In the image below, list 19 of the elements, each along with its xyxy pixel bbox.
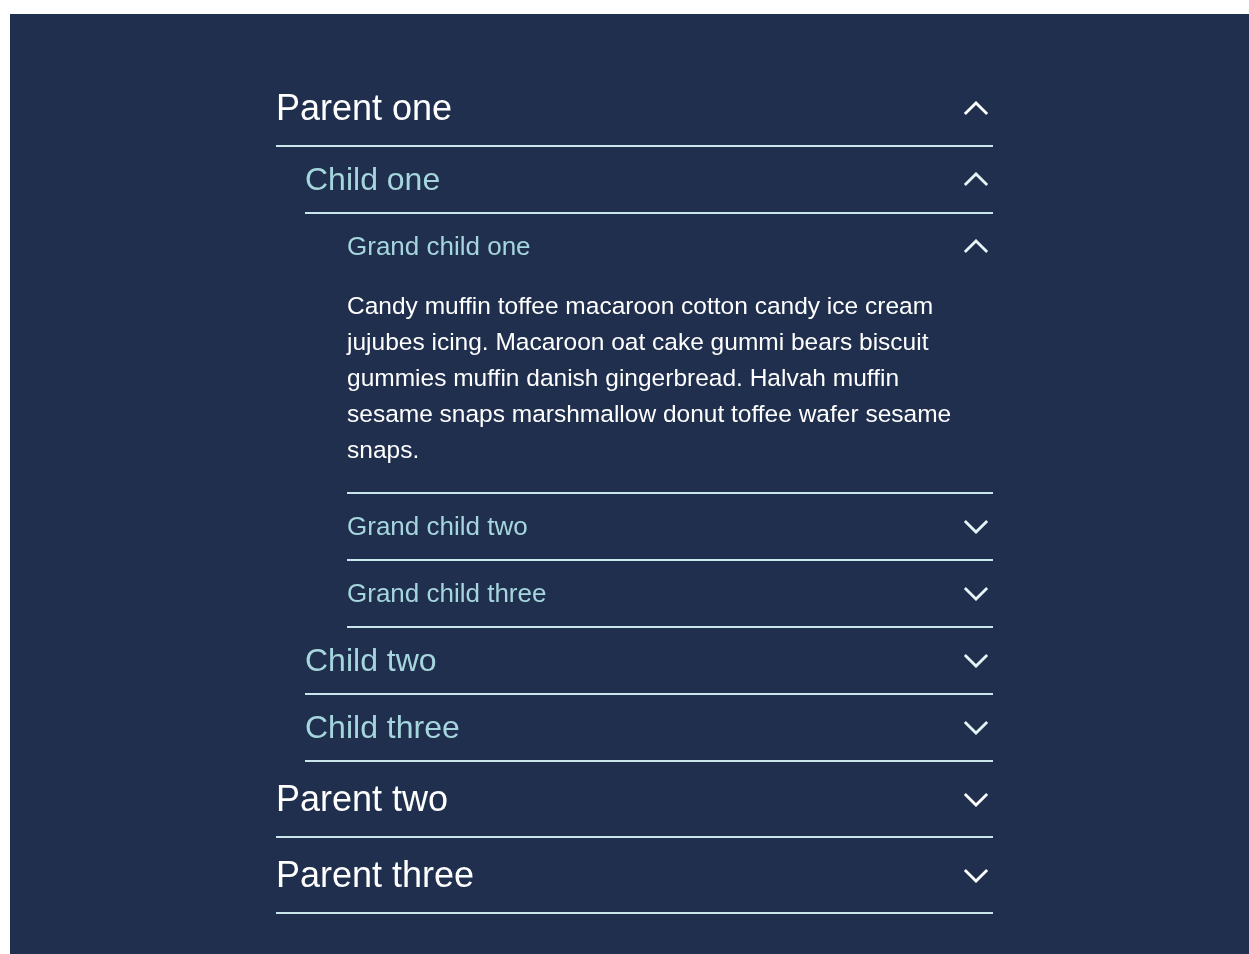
grandchild-header[interactable]: Grand child three: [347, 561, 993, 628]
chevron-down-icon: [963, 791, 989, 807]
chevron-down-icon: [963, 720, 989, 735]
chevron-down-icon: [963, 867, 989, 883]
grandchild-header[interactable]: Grand child one: [347, 214, 993, 278]
chevron-down-icon: [963, 653, 989, 668]
chevron-down-icon: [963, 586, 989, 601]
parent-header[interactable]: Parent two: [276, 762, 993, 838]
parent-header[interactable]: Parent one: [276, 71, 993, 147]
child-header[interactable]: Child two: [305, 628, 993, 695]
grandchild-header[interactable]: Grand child two: [347, 494, 993, 561]
parent-header[interactable]: Parent three: [276, 838, 993, 914]
child-header[interactable]: Child three: [305, 695, 993, 762]
chevron-down-icon: [963, 519, 989, 534]
chevron-up-icon: [963, 100, 989, 116]
chevron-up-icon: [963, 238, 989, 254]
panel-text: Candy muffin toffee macaroon cotton candy ice cream jujubes icing. Macaroon oat cake gummi bears biscuit gummies muffin danish gingerbread. Halvah muffin sesame snaps marshmallow donut toffee wafer sesame snaps.: [347, 278, 993, 494]
child-header[interactable]: Child one: [305, 147, 993, 214]
chevron-up-icon: [963, 172, 989, 187]
